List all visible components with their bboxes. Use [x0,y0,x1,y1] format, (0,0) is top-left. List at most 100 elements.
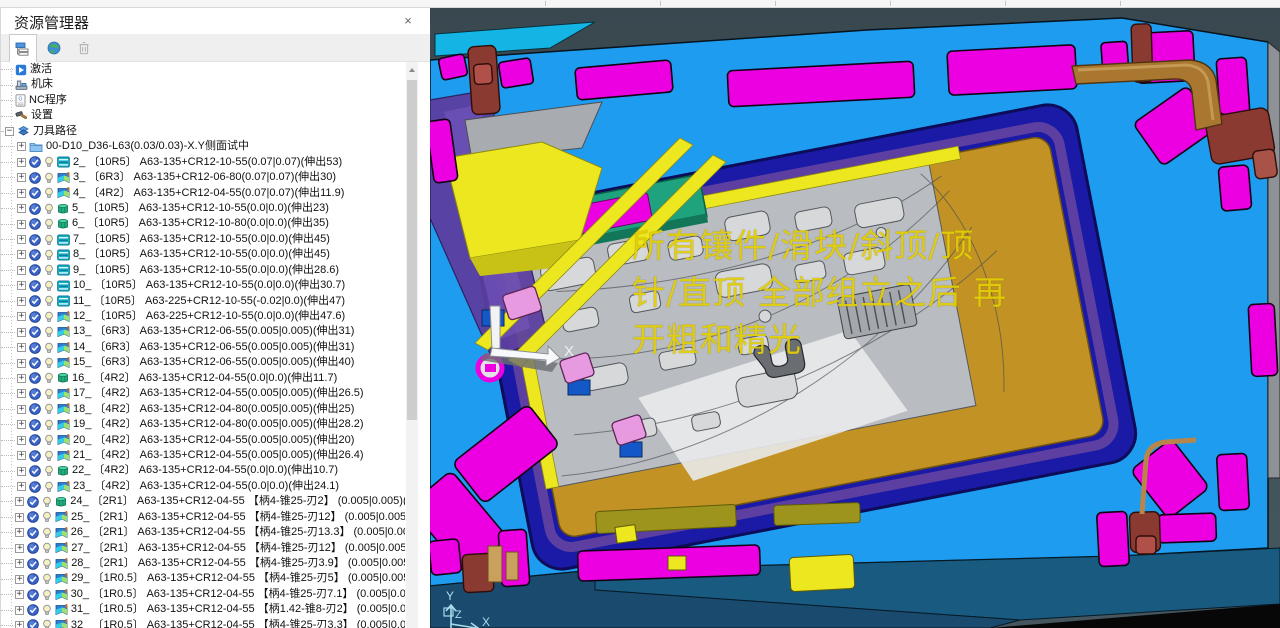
calculated-check-icon[interactable] [29,234,41,246]
visibility-bulb-icon[interactable] [42,589,52,601]
sidebar-item-activate[interactable]: 激活 [1,62,405,77]
toolpath-row[interactable]: +15_ 〔6R3〕 A63-135+CR12-06-55(0.005|0.00… [1,355,405,370]
expand-icon[interactable]: − [5,127,14,136]
visibility-bulb-icon[interactable] [44,450,54,462]
expand-icon[interactable]: + [17,173,26,182]
expand-icon[interactable]: + [15,497,24,506]
visibility-bulb-icon[interactable] [42,511,52,523]
visibility-bulb-icon[interactable] [42,542,52,554]
calculated-check-icon[interactable] [29,249,41,261]
calculated-check-icon[interactable] [29,280,41,292]
calculated-check-icon[interactable] [27,527,39,539]
expand-icon[interactable]: + [17,420,26,429]
tree-view-button[interactable] [9,34,37,62]
calculated-check-icon[interactable] [27,604,39,616]
expand-icon[interactable]: + [17,467,26,476]
calculated-check-icon[interactable] [29,481,41,493]
visibility-bulb-icon[interactable] [44,465,54,477]
expand-icon[interactable]: + [15,513,24,522]
expand-icon[interactable]: + [17,281,26,290]
expand-icon[interactable]: + [15,544,24,553]
expand-icon[interactable]: + [15,590,24,599]
calculated-check-icon[interactable] [29,156,41,168]
expand-icon[interactable]: + [15,606,24,615]
toolpath-row[interactable]: +22_ 〔4R2〕 A63-135+CR12-04-55(0.0|0.0)(伸… [1,463,405,478]
toolpath-row[interactable]: +11_ 〔10R5〕 A63-225+CR12-10-55(-0.02|0.0… [1,294,405,309]
expand-icon[interactable]: + [17,235,26,244]
calculated-check-icon[interactable] [27,558,39,570]
toolpath-row[interactable]: +28_ 〔2R1〕 A63-135+CR12-04-55 【柄4-锥25-刃3… [1,556,405,571]
toolpath-row[interactable]: +18_ 〔4R2〕 A63-135+CR12-04-80(0.005|0.00… [1,402,405,417]
delete-button[interactable] [71,34,97,62]
toolpath-row[interactable]: +25_ 〔2R1〕 A63-135+CR12-04-55 【柄4-锥25-刃1… [1,510,405,525]
visibility-bulb-icon[interactable] [42,573,52,585]
visibility-bulb-icon[interactable] [42,527,52,539]
globe-button[interactable] [41,34,67,62]
expand-icon[interactable]: + [17,220,26,229]
toolpath-row[interactable]: +30_ 〔1R0.5〕 A63-135+CR12-04-55 【柄4-锥25-… [1,587,405,602]
visibility-bulb-icon[interactable] [44,403,54,415]
toolpath-row[interactable]: +8_ 〔10R5〕 A63-135+CR12-10-55(0.0|0.0)(伸… [1,247,405,262]
sidebar-item-machine[interactable]: 机床 [1,77,405,92]
toolpath-row[interactable]: +21_ 〔4R2〕 A63-135+CR12-04-55(0.005|0.00… [1,448,405,463]
calculated-check-icon[interactable] [29,465,41,477]
expand-icon[interactable]: + [15,559,24,568]
calculated-check-icon[interactable] [29,311,41,323]
calculated-check-icon[interactable] [29,342,41,354]
expand-icon[interactable]: + [17,158,26,167]
visibility-bulb-icon[interactable] [44,234,54,246]
visibility-bulb-icon[interactable] [44,419,54,431]
sidebar-item-toolpath[interactable]: −刀具路径 [1,124,405,139]
visibility-bulb-icon[interactable] [44,342,54,354]
toolpath-row[interactable]: +10_ 〔10R5〕 A63-135+CR12-10-55(0.0|0.0)(… [1,278,405,293]
calculated-check-icon[interactable] [27,619,39,628]
calculated-check-icon[interactable] [29,372,41,384]
calculated-check-icon[interactable] [29,434,41,446]
expand-icon[interactable]: + [17,250,26,259]
expand-icon[interactable]: + [17,451,26,460]
toolpath-row[interactable]: +16_ 〔4R2〕 A63-135+CR12-04-55(0.0|0.0)(伸… [1,371,405,386]
tree-scrollbar[interactable] [406,62,418,628]
expand-icon[interactable]: + [17,297,26,306]
expand-icon[interactable]: + [17,343,26,352]
expand-icon[interactable]: + [17,374,26,383]
calculated-check-icon[interactable] [29,450,41,462]
calculated-check-icon[interactable] [29,388,41,400]
visibility-bulb-icon[interactable] [44,203,54,215]
expand-icon[interactable]: + [17,204,26,213]
toolpath-row[interactable]: +9_ 〔10R5〕 A63-135+CR12-10-55(0.0|0.0)(伸… [1,263,405,278]
calculated-check-icon[interactable] [29,172,41,184]
calculated-check-icon[interactable] [29,403,41,415]
visibility-bulb-icon[interactable] [44,264,54,276]
toolpath-row[interactable]: +2_ 〔10R5〕 A63-135+CR12-10-55(0.07|0.07)… [1,155,405,170]
calculated-check-icon[interactable] [29,218,41,230]
sidebar-item-settings[interactable]: 设置 [1,108,405,123]
toolpath-row[interactable]: +27_ 〔2R1〕 A63-135+CR12-04-55 【柄4-锥25-刃1… [1,541,405,556]
toolpath-row[interactable]: +17_ 〔4R2〕 A63-135+CR12-04-55(0.005|0.00… [1,386,405,401]
visibility-bulb-icon[interactable] [44,218,54,230]
toolpath-row[interactable]: +29_ 〔1R0.5〕 A63-135+CR12-04-55 【柄4-锥25-… [1,571,405,586]
toolpath-row[interactable]: +14_ 〔6R3〕 A63-135+CR12-06-55(0.005|0.00… [1,340,405,355]
calculated-check-icon[interactable] [29,357,41,369]
sidebar-item-nc[interactable]: NC程序 [1,93,405,108]
expand-icon[interactable]: + [15,575,24,584]
toolpath-row[interactable]: +4_ 〔4R2〕 A63-135+CR12-04-55(0.07|0.07)(… [1,186,405,201]
toolpath-row[interactable]: +26_ 〔2R1〕 A63-135+CR12-04-55 【柄4-锥25-刃1… [1,525,405,540]
toolpath-row[interactable]: +6_ 〔10R5〕 A63-135+CR12-10-80(0.0|0.0)(伸… [1,216,405,231]
expand-icon[interactable]: + [17,189,26,198]
visibility-bulb-icon[interactable] [44,311,54,323]
toolpath-row[interactable]: +7_ 〔10R5〕 A63-135+CR12-10-55(0.0|0.0)(伸… [1,232,405,247]
visibility-bulb-icon[interactable] [42,496,52,508]
toolpath-row[interactable]: +23_ 〔4R2〕 A63-135+CR12-04-55(0.0|0.0)(伸… [1,479,405,494]
scroll-up-button[interactable] [406,62,418,77]
expand-icon[interactable]: + [17,359,26,368]
expand-icon[interactable]: + [17,266,26,275]
visibility-bulb-icon[interactable] [44,434,54,446]
calculated-check-icon[interactable] [29,264,41,276]
visibility-bulb-icon[interactable] [44,156,54,168]
visibility-bulb-icon[interactable] [44,249,54,261]
toolpath-row[interactable]: +13_ 〔6R3〕 A63-135+CR12-06-55(0.005|0.00… [1,324,405,339]
calculated-check-icon[interactable] [27,511,39,523]
scrollbar-thumb[interactable] [407,80,417,420]
calculated-check-icon[interactable] [27,573,39,585]
